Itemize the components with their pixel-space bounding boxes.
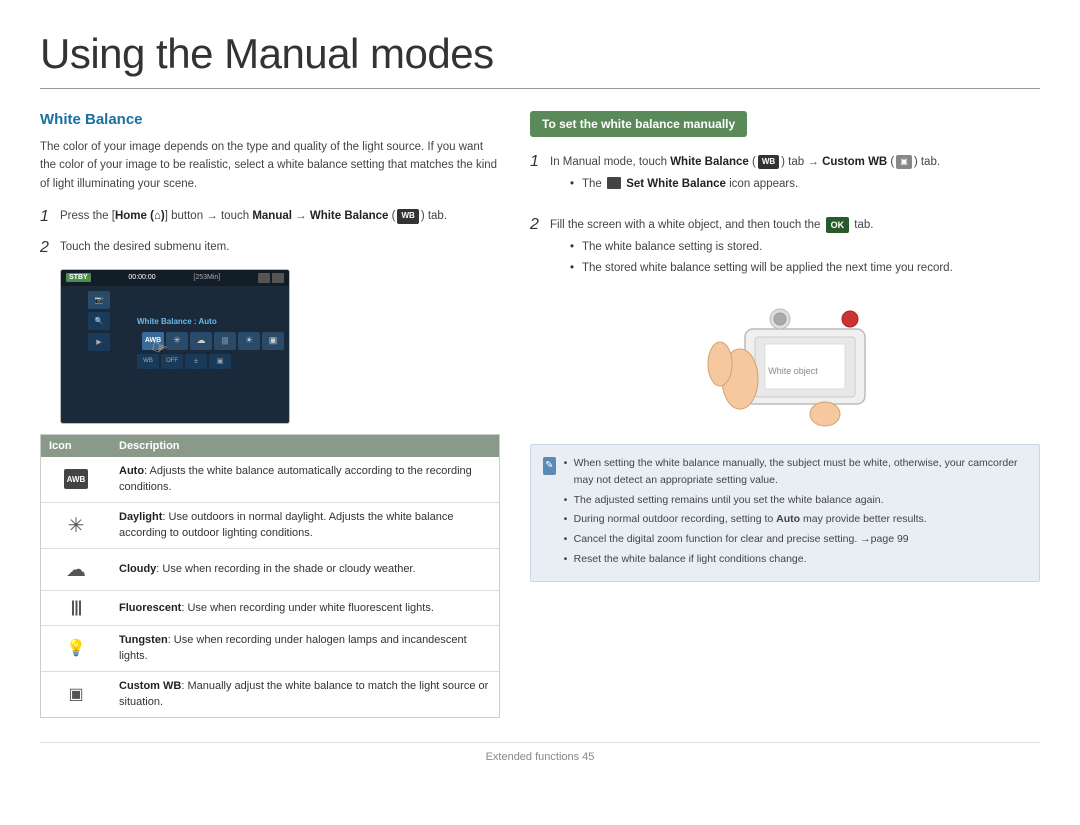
cam-wb-custom: ▣ (262, 332, 284, 350)
cam-left-icons: 📷 🔍 ▶ (61, 286, 137, 371)
right-step-2: 2 Fill the screen with a white object, a… (530, 216, 1040, 287)
section-heading: White Balance (40, 111, 500, 128)
table-row: ☁ Cloudy: Use when recording in the shad… (41, 549, 499, 591)
step1-bullets: The Set White Balance icon appears. (570, 175, 940, 193)
tr-icon-cloudy: ☁ (41, 549, 111, 590)
intro-text: The color of your image depends on the t… (40, 138, 500, 193)
tr-icon-daylight: ✳ (41, 505, 111, 546)
fluorescent-icon: ||| (71, 599, 81, 617)
note-item-4: Cancel the digital zoom function for cle… (564, 531, 1027, 548)
ok-button-ref: OK (826, 217, 850, 233)
tr-desc-custom: Custom WB: Manually adjust the white bal… (111, 672, 499, 717)
icon-table: Icon Description AWB Auto: Adjusts the w… (40, 434, 500, 718)
cloudy-icon: ☁ (66, 557, 86, 582)
wb-icon-auto: AWB (64, 469, 88, 489)
cam-top-bar: STBY 00:00:00 [253Min] (61, 270, 289, 286)
cam-rec-icon (258, 273, 270, 283)
tungsten-icon: 💡 (66, 638, 86, 658)
right-section-header: To set the white balance manually (530, 111, 747, 137)
set-wb-icon (607, 177, 621, 189)
tr-desc-cloudy: Cloudy: Use when recording in the shade … (111, 555, 499, 584)
cam-mode-icon (272, 273, 284, 283)
right-step-2-text: Fill the screen with a white object, and… (550, 216, 953, 287)
right-step-1-text: In Manual mode, touch White Balance (WB)… (550, 153, 940, 204)
step1-bullet1: The Set White Balance icon appears. (570, 175, 940, 193)
cam-stby: STBY (66, 273, 91, 282)
cam-wb-label: White Balance : Auto (137, 317, 289, 326)
table-header: Icon Description (41, 435, 499, 457)
page-footer: Extended functions 45 (40, 742, 1040, 763)
cam-min: [253Min] (193, 274, 220, 281)
custom-wb-icon: ▣ (68, 684, 83, 704)
step-1: 1 Press the [Home (⌂)] button → touch Ma… (40, 207, 500, 228)
tr-desc-daylight: Daylight: Use outdoors in normal dayligh… (111, 503, 499, 548)
tr-icon-custom: ▣ (41, 676, 111, 712)
table-col-desc: Description (111, 435, 499, 457)
step-2-text: Touch the desired submenu item. (60, 238, 229, 256)
wb-icon-right: WB (758, 155, 779, 170)
cam-time: 00:00:00 (128, 274, 155, 281)
step2-bullet1: The white balance setting is stored. (570, 238, 953, 256)
right-step-2-num: 2 (530, 216, 544, 234)
daylight-icon: ✳ (68, 513, 85, 538)
note-box-inner: ✎ When setting the white balance manuall… (543, 455, 1027, 571)
note-icon: ✎ (543, 457, 556, 475)
tr-desc-fluor: Fluorescent: Use when recording under wh… (111, 594, 499, 623)
step-2-num: 2 (40, 238, 54, 259)
cam-left-icon3: ▶ (88, 333, 110, 351)
wb-icon-inline: WB (397, 209, 418, 224)
cam-wb-fluor: ||| (214, 332, 236, 350)
note-item-5: Reset the white balance if light conditi… (564, 551, 1027, 568)
cam-wb-cloud: ☁ (190, 332, 212, 350)
camera-screen: STBY 00:00:00 [253Min] 📷 🔍 ▶ White Balan… (60, 269, 290, 424)
table-row: 💡 Tungsten: Use when recording under hal… (41, 626, 499, 672)
tr-icon-fluor: ||| (41, 591, 111, 625)
step-1-text: Press the [Home (⌂)] button → touch Manu… (60, 207, 447, 225)
note-item-1: When setting the white balance manually,… (564, 455, 1027, 489)
page-title: Using the Manual modes (40, 30, 1040, 89)
step-1-num: 1 (40, 207, 54, 228)
table-row: ▣ Custom WB: Manually adjust the white b… (41, 672, 499, 717)
note-item-2: The adjusted setting remains until you s… (564, 492, 1027, 509)
left-column: White Balance The color of your image de… (40, 111, 500, 718)
note-item-3: During normal outdoor recording, setting… (564, 511, 1027, 528)
right-step-1: 1 In Manual mode, touch White Balance (W… (530, 153, 1040, 204)
right-step-1-num: 1 (530, 153, 544, 171)
note-content: When setting the white balance manually,… (564, 455, 1027, 571)
tr-desc-auto: Auto: Adjusts the white balance automati… (111, 457, 499, 502)
step-2: 2 Touch the desired submenu item. (40, 238, 500, 259)
camera-illustration-container: White object (530, 299, 1040, 432)
table-row: AWB Auto: Adjusts the white balance auto… (41, 457, 499, 503)
tr-desc-tungsten: Tungsten: Use when recording under halog… (111, 626, 499, 671)
table-row: ||| Fluorescent: Use when recording unde… (41, 591, 499, 626)
cam-left-icon1: 📷 (88, 291, 110, 309)
right-column: To set the white balance manually 1 In M… (530, 111, 1040, 718)
note-box: ✎ When setting the white balance manuall… (530, 444, 1040, 582)
table-col-icon: Icon (41, 435, 111, 457)
table-row: ✳ Daylight: Use outdoors in normal dayli… (41, 503, 499, 549)
cam-bot3: ± (185, 354, 207, 369)
cam-bot4: ▣ (209, 354, 231, 369)
tr-icon-tungsten: 💡 (41, 630, 111, 666)
tr-icon-auto: AWB (41, 461, 111, 497)
cam-left-icon2: 🔍 (88, 312, 110, 330)
camera-illustration: White object (685, 299, 885, 429)
cam-wb-sun2: ☀ (238, 332, 260, 350)
custom-wb-icon-right: ▣ (896, 155, 912, 170)
svg-text:White object: White object (768, 366, 818, 376)
note-list: When setting the white balance manually,… (564, 455, 1027, 568)
step2-bullet2: The stored white balance setting will be… (570, 259, 953, 277)
cam-icons-top (258, 273, 284, 283)
step2-bullets: The white balance setting is stored. The… (570, 238, 953, 277)
